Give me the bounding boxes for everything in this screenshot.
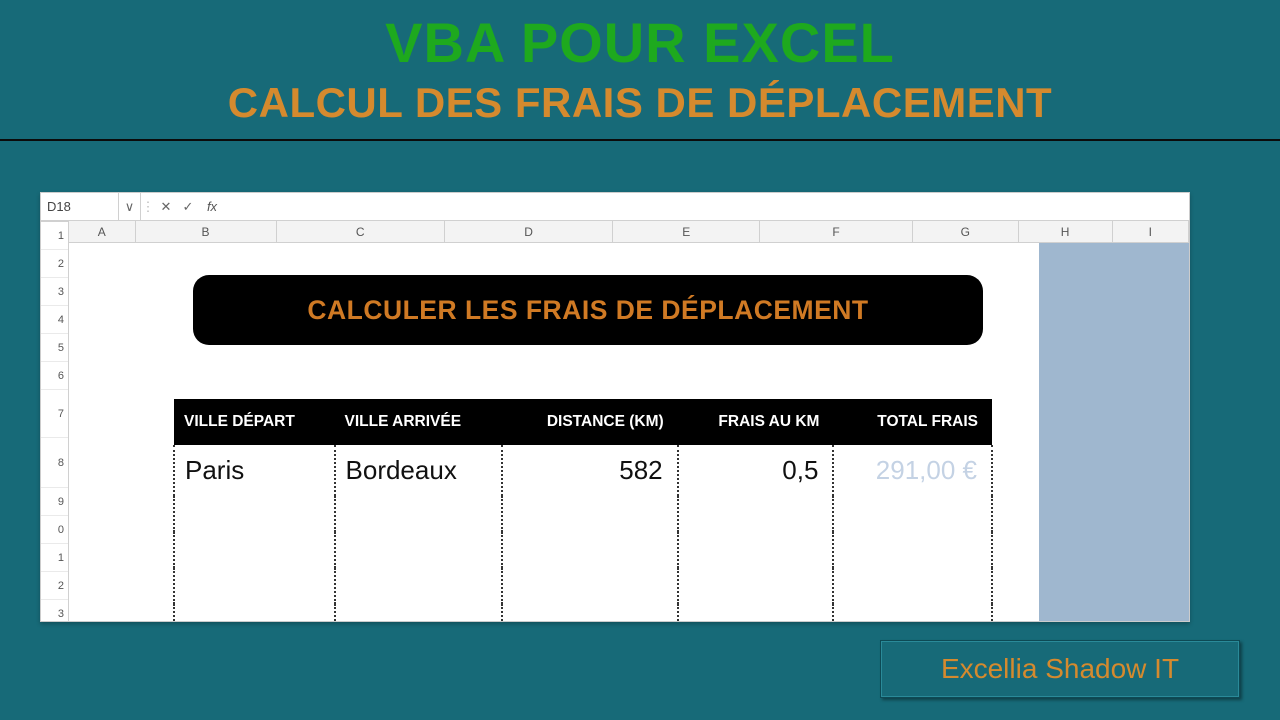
calculate-button[interactable]: CALCULER LES FRAIS DE DÉPLACEMENT [193, 275, 983, 345]
row-header[interactable]: 1 [41, 544, 68, 572]
th-distance: DISTANCE (KM) [502, 399, 677, 445]
table-row [174, 496, 992, 532]
empty-cell[interactable] [502, 532, 677, 568]
name-box-dropdown-icon[interactable]: ∨ [119, 193, 141, 220]
fx-icon[interactable]: fx [199, 199, 225, 214]
col-header[interactable]: A [69, 221, 136, 242]
header-divider [0, 139, 1280, 141]
empty-cell[interactable] [502, 568, 677, 604]
formula-bar-separator: ⋮ [141, 199, 155, 215]
cancel-icon[interactable]: ✕ [155, 199, 177, 215]
empty-cell[interactable] [833, 604, 992, 621]
row-header[interactable]: 3 [41, 278, 68, 306]
col-header[interactable]: I [1113, 221, 1189, 242]
empty-cell[interactable] [678, 532, 834, 568]
empty-cell[interactable] [833, 496, 992, 532]
row-header[interactable]: 6 [41, 362, 68, 390]
empty-cell[interactable] [833, 532, 992, 568]
table-row [174, 568, 992, 604]
empty-cell[interactable] [335, 604, 503, 621]
header-block: VBA POUR EXCEL CALCUL DES FRAIS DE DÉPLA… [0, 0, 1280, 141]
cell-total[interactable]: 291,00 € [833, 445, 992, 496]
spreadsheet-grid: 1 2 3 4 5 6 7 8 9 0 1 2 3 A B C D E F G … [41, 221, 1189, 621]
row-header[interactable]: 1 [41, 222, 68, 250]
col-header[interactable]: B [136, 221, 277, 242]
column-headers: A B C D E F G H I [69, 221, 1189, 243]
table-row: Paris Bordeaux 582 0,5 291,00 € [174, 445, 992, 496]
col-header[interactable]: F [760, 221, 913, 242]
empty-cell[interactable] [678, 568, 834, 604]
row-header[interactable]: 9 [41, 488, 68, 516]
sheet-area[interactable]: A B C D E F G H I CALCULER LES FRAIS DE … [69, 221, 1189, 621]
row-header[interactable]: 0 [41, 516, 68, 544]
credit-badge: Excellia Shadow IT [880, 640, 1240, 698]
title-sub: CALCUL DES FRAIS DE DÉPLACEMENT [0, 79, 1280, 127]
row-header[interactable]: 2 [41, 250, 68, 278]
empty-cell[interactable] [833, 568, 992, 604]
row-header[interactable]: 8 [41, 438, 68, 488]
formula-input[interactable] [225, 193, 1189, 220]
col-header[interactable]: D [445, 221, 613, 242]
empty-cell[interactable] [502, 496, 677, 532]
empty-cell[interactable] [502, 604, 677, 621]
column-selection-highlight [1039, 243, 1189, 621]
cells-canvas[interactable]: CALCULER LES FRAIS DE DÉPLACEMENT VILLE … [69, 243, 1189, 621]
th-frais-km: FRAIS AU KM [678, 399, 834, 445]
cell-distance[interactable]: 582 [502, 445, 677, 496]
cell-depart[interactable]: Paris [174, 445, 335, 496]
table-row [174, 532, 992, 568]
table-row [174, 604, 992, 621]
table-header-row: VILLE DÉPART VILLE ARRIVÉE DISTANCE (KM)… [174, 399, 992, 445]
th-depart: VILLE DÉPART [174, 399, 335, 445]
empty-cell[interactable] [335, 568, 503, 604]
empty-cell[interactable] [335, 532, 503, 568]
th-total: TOTAL FRAIS [833, 399, 992, 445]
empty-cell[interactable] [678, 604, 834, 621]
empty-cell[interactable] [174, 532, 335, 568]
name-box[interactable]: D18 [41, 193, 119, 220]
row-header-gutter: 1 2 3 4 5 6 7 8 9 0 1 2 3 [41, 221, 69, 621]
row-header[interactable]: 2 [41, 572, 68, 600]
row-header[interactable]: 5 [41, 334, 68, 362]
excel-window: D18 ∨ ⋮ ✕ ✓ fx 1 2 3 4 5 6 7 8 9 0 1 2 3… [40, 192, 1190, 622]
cell-arrivee[interactable]: Bordeaux [335, 445, 503, 496]
cell-frais-km[interactable]: 0,5 [678, 445, 834, 496]
empty-cell[interactable] [174, 604, 335, 621]
empty-cell[interactable] [678, 496, 834, 532]
confirm-icon[interactable]: ✓ [177, 199, 199, 215]
col-header[interactable]: H [1019, 221, 1113, 242]
empty-cell[interactable] [174, 568, 335, 604]
empty-cell[interactable] [335, 496, 503, 532]
empty-cell[interactable] [174, 496, 335, 532]
formula-bar: D18 ∨ ⋮ ✕ ✓ fx [41, 193, 1189, 221]
col-header[interactable]: C [277, 221, 445, 242]
col-header[interactable]: G [913, 221, 1019, 242]
row-header[interactable]: 3 [41, 600, 68, 622]
row-header[interactable]: 7 [41, 390, 68, 438]
row-header[interactable]: 4 [41, 306, 68, 334]
title-main: VBA POUR EXCEL [0, 10, 1280, 75]
col-header[interactable]: E [613, 221, 760, 242]
expense-table: VILLE DÉPART VILLE ARRIVÉE DISTANCE (KM)… [173, 399, 993, 621]
th-arrivee: VILLE ARRIVÉE [335, 399, 503, 445]
